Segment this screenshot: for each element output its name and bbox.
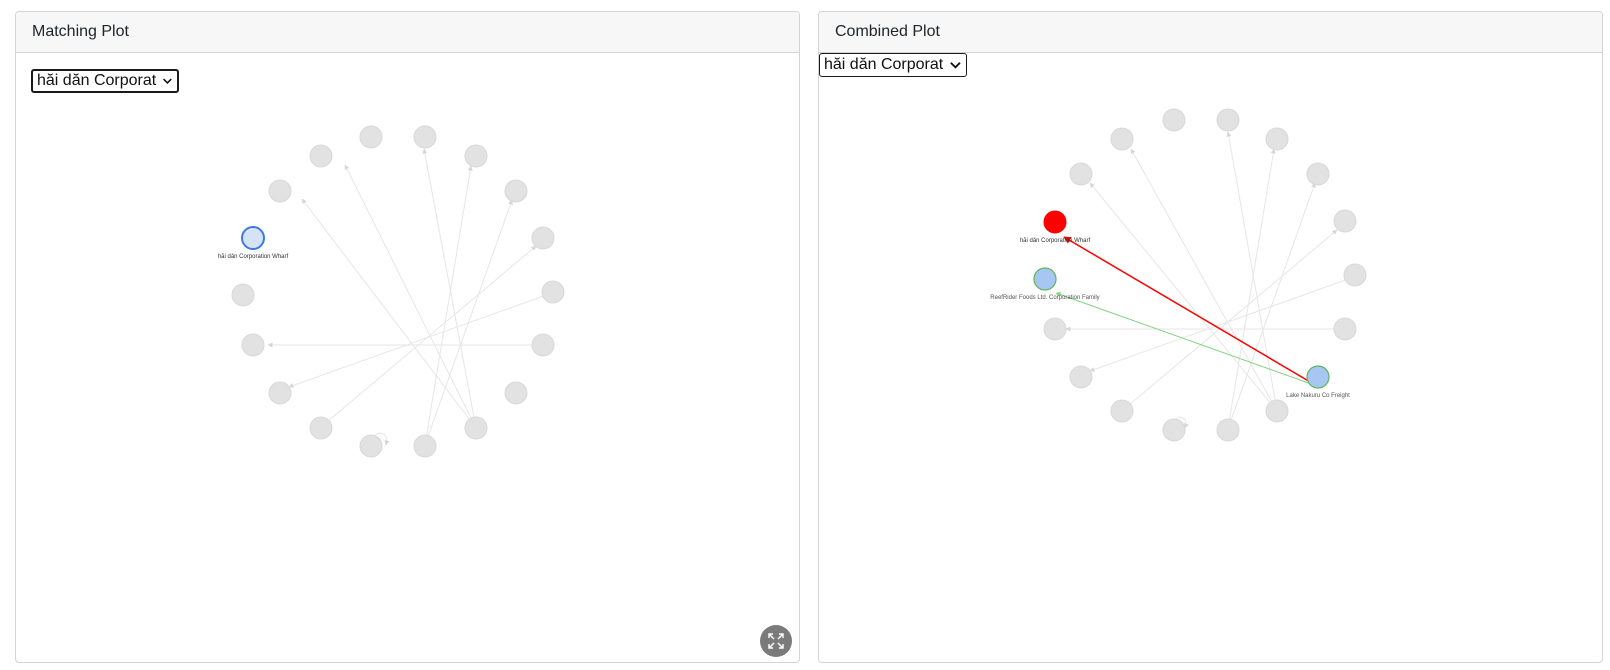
graph-node — [531, 226, 555, 250]
graph-edge — [1121, 229, 1338, 412]
graph-node — [309, 144, 333, 168]
red-node-label: hăi dǎn Corporation Wharf — [1020, 238, 1091, 244]
focus-node-label: hăi dǎn Corporation Wharf — [218, 254, 289, 260]
network-graph[interactable]: hăi dǎn Corporation Wharf — [16, 53, 799, 663]
panel-title: Matching Plot — [16, 12, 799, 53]
graph-node — [1162, 108, 1186, 132]
graph-node — [1216, 418, 1240, 442]
matching-plot-panel: Matching Plot hăi dăn Corporat hăi dǎn C… — [15, 11, 800, 663]
graph-node — [464, 416, 488, 440]
combined-plot-panel: Combined Plot hăi dăn Corporat hăi dǎn C… — [818, 11, 1603, 663]
nodes — [1043, 108, 1367, 442]
expand-icon — [768, 633, 784, 649]
graph-node — [1069, 365, 1093, 389]
graph-node — [359, 434, 383, 458]
graph-edge — [344, 164, 477, 429]
graph-node — [1110, 127, 1134, 151]
graph-node — [268, 381, 292, 405]
source-node[interactable] — [1306, 365, 1330, 389]
graph-edge — [1089, 276, 1355, 372]
graph-edge — [320, 245, 537, 428]
graph-node — [413, 125, 437, 149]
graph-node — [1069, 162, 1093, 186]
graph-node — [1043, 317, 1067, 341]
graph-node — [1162, 418, 1186, 442]
highlighted-green-edge — [1055, 292, 1318, 387]
graph-node — [309, 416, 333, 440]
graph-node — [504, 381, 528, 405]
highlighted-red-node[interactable] — [1043, 210, 1067, 234]
graph-node — [1265, 127, 1289, 151]
highlighted-red-edge — [1063, 236, 1318, 387]
graph-node — [359, 125, 383, 149]
focus-node[interactable] — [241, 226, 265, 250]
graph-node — [241, 333, 265, 357]
graph-edge — [301, 198, 477, 429]
graph-node — [1110, 399, 1134, 423]
fullscreen-button[interactable] — [760, 625, 792, 657]
graph-node — [464, 144, 488, 168]
green-node-label: ReefRider Foods Ltd. Corporation Family — [990, 295, 1099, 301]
panel-title: Combined Plot — [819, 12, 1602, 53]
graph-node — [231, 283, 255, 307]
graph-edge — [1130, 148, 1278, 412]
graph-node — [541, 280, 565, 304]
graph-edge — [1089, 182, 1278, 412]
network-graph[interactable]: hăi dǎn Corporation Wharf ReefRider Food… — [819, 53, 1602, 663]
graph-edge — [288, 292, 553, 388]
graph-node — [1333, 209, 1357, 233]
source-node-label: Lake Nakuru Co Freight — [1286, 393, 1350, 399]
graph-node — [1333, 317, 1357, 341]
graph-node — [1343, 263, 1367, 287]
graph-node — [268, 179, 292, 203]
graph-node — [504, 179, 528, 203]
graph-node — [1265, 399, 1289, 423]
highlighted-green-node[interactable] — [1033, 267, 1057, 291]
graph-node — [531, 333, 555, 357]
graph-edge — [422, 148, 477, 429]
graph-node — [413, 434, 437, 458]
nodes — [231, 125, 565, 458]
graph-node — [1306, 162, 1330, 186]
graph-node — [1216, 108, 1240, 132]
